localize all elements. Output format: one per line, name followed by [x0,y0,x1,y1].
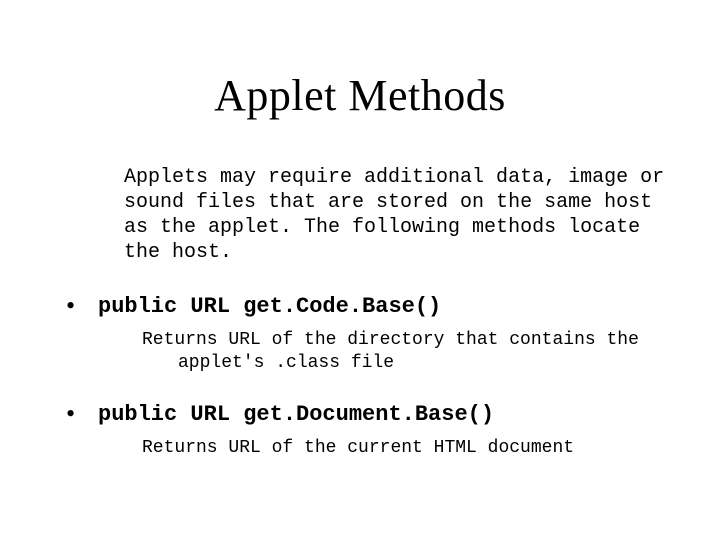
method-item: public URL get.Code.Base() Returns URL o… [40,293,680,375]
intro-paragraph: Applets may require additional data, ima… [124,165,680,265]
slide: Applet Methods Applets may require addit… [0,0,720,540]
method-description: Returns URL of the directory that contai… [174,329,680,376]
method-description: Returns URL of the current HTML document [174,437,680,460]
method-item: public URL get.Document.Base() Returns U… [40,401,680,460]
method-signature: public URL get.Document.Base() [98,401,680,429]
method-list: public URL get.Code.Base() Returns URL o… [40,293,680,460]
slide-title: Applet Methods [40,70,680,121]
method-signature: public URL get.Code.Base() [98,293,680,321]
